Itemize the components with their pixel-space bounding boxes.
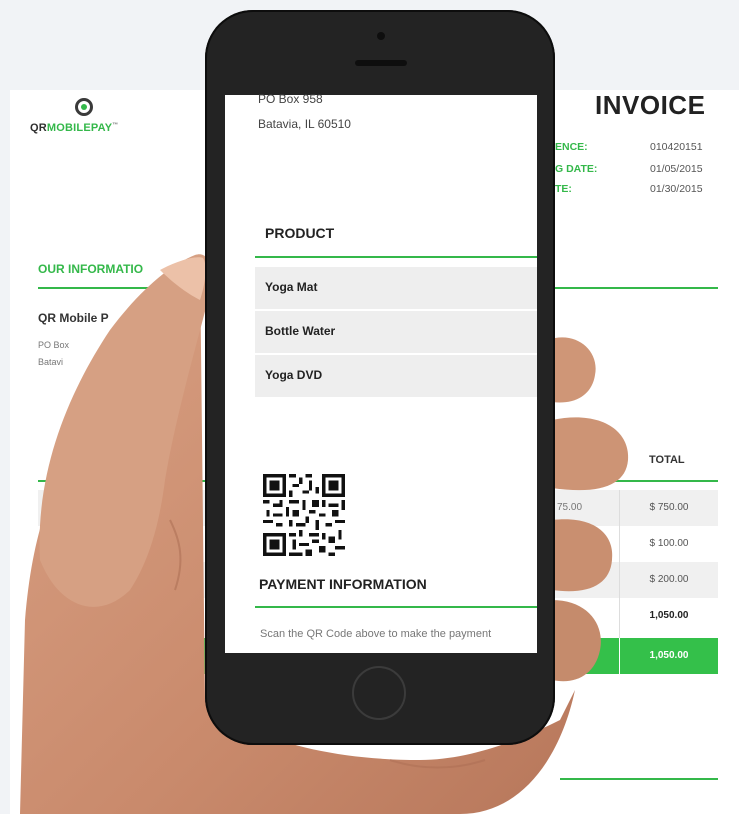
meta-value-due-date: 01/30/2015 <box>650 183 703 195</box>
row-total-3: $ 200.00 <box>649 574 689 585</box>
partial-price-cell: 75.00 <box>557 502 583 513</box>
front-camera <box>377 32 385 40</box>
list-item: Bottle Water <box>255 311 537 353</box>
row-total-2: $ 100.00 <box>649 538 689 549</box>
meta-label-due-date: TE: <box>555 183 572 195</box>
our-information-heading: OUR INFORMATIO <box>38 262 144 276</box>
qrmobilepay-logo-icon <box>75 98 93 116</box>
screen-address-line1: PO Box 958 <box>258 92 323 106</box>
product-divider <box>255 256 537 258</box>
product-name: Yoga DVD <box>265 368 323 382</box>
home-button-icon[interactable] <box>352 666 406 720</box>
meta-label-reference: ENCE: <box>555 141 588 153</box>
qr-code-icon[interactable] <box>263 474 345 556</box>
earpiece-speaker <box>355 60 407 66</box>
subtotal-cell: 1,050.00 <box>649 610 689 621</box>
product-heading: PRODUCT <box>265 225 335 241</box>
brand-logo-text: QRMOBILEPAY™ <box>30 122 119 134</box>
grand-total-cell: 1,050.00 <box>649 650 689 661</box>
total-column-header: TOTAL <box>649 454 685 466</box>
meta-value-reference: 010420151 <box>650 141 703 153</box>
list-item: Yoga Mat <box>255 267 537 309</box>
product-name: Bottle Water <box>265 324 336 338</box>
row-total-1: $ 750.00 <box>649 502 689 513</box>
payment-divider <box>255 606 537 608</box>
invoice-title: INVOICE <box>595 90 706 120</box>
payment-information-heading: PAYMENT INFORMATION <box>259 576 427 592</box>
product-name: Yoga Mat <box>265 280 318 294</box>
payment-instruction: Scan the QR Code above to make the payme… <box>260 628 492 640</box>
company-name: QR Mobile P <box>38 311 109 325</box>
footer-divider <box>560 778 718 780</box>
screen-address-line2: Batavia, IL 60510 <box>258 117 351 131</box>
meta-value-billing-date: 01/05/2015 <box>650 163 703 175</box>
meta-label-billing-date: G DATE: <box>555 163 598 175</box>
list-item: Yoga DVD <box>255 355 537 397</box>
company-address-line1: PO Box <box>38 340 70 350</box>
company-address-line2: Batavi <box>38 357 64 367</box>
